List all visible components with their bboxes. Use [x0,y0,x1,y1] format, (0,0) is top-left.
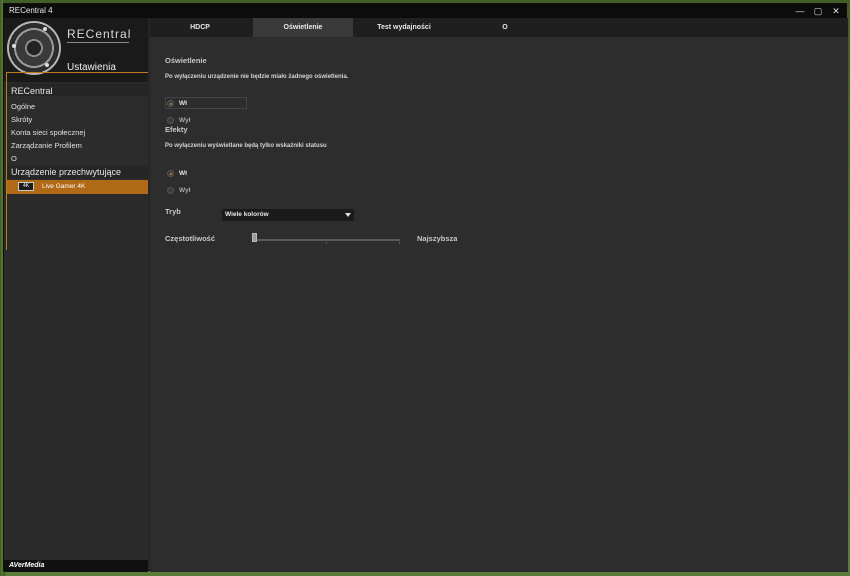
sidebar-item-about[interactable]: O [11,153,17,165]
sidebar-item-device[interactable]: 4K Live Gamer 4K [7,180,148,194]
mode-select-value: Wiele kolorów [225,211,269,218]
close-button[interactable]: ✕ [830,4,842,18]
tab-performance-test[interactable]: Test wydajności [354,18,454,37]
lighting-on-label: Wł [179,100,187,107]
effects-on-label: Wł [179,170,187,177]
minimize-button[interactable]: — [794,4,806,18]
avermedia-logo: AVerMedia [4,560,148,572]
sidebar-item-social-accounts[interactable]: Konta sieci społecznej [11,127,85,139]
sidebar: RECentral Ustawienia RECentral Ogólne Sk… [4,18,148,572]
lighting-heading: Oświetlenie [165,56,207,65]
lighting-settings: Oświetlenie Po wyłączeniu urządzenie nie… [150,37,848,572]
sidebar-item-general[interactable]: Ogólne [11,101,35,113]
lighting-on-focus-box [165,97,247,109]
mode-select[interactable]: Wiele kolorów [222,209,354,221]
frequency-max-label: Najszybsza [417,234,458,243]
frequency-slider-track[interactable] [252,239,400,241]
logo-area: RECentral Ustawienia [4,18,148,82]
lighting-description: Po wyłączeniu urządzenie nie będzie miał… [165,74,349,80]
mode-label: Tryb [165,207,181,216]
brand-name: RECentral [67,27,132,41]
effects-off-radio[interactable] [167,187,174,194]
title-bar: RECentral 4 — ▢ ✕ [4,4,846,18]
effects-off-label: Wył [179,187,191,194]
capture-device-icon: 4K [18,182,34,191]
settings-title: Ustawienia [67,62,116,73]
sidebar-section-capture-device: Urządzenie przechwytujące [7,165,148,179]
tab-lighting[interactable]: Oświetlenie [253,18,353,37]
tab-about[interactable]: O [455,18,555,37]
lighting-off-label: Wył [179,117,191,124]
app-window: RECentral 4 — ▢ ✕ RECentral Ustawienia R… [3,3,848,572]
device-label: Live Gamer 4K [42,183,86,190]
brand-underline [67,42,129,43]
effects-description: Po wyłączeniu wyświetlane będą tylko wsk… [165,143,327,149]
tab-hdcp[interactable]: HDCP [150,18,250,37]
maximize-button[interactable]: ▢ [812,4,824,18]
disc-logo-icon [7,21,61,75]
sidebar-item-shortcuts[interactable]: Skróty [11,114,32,126]
lighting-on-radio[interactable] [167,100,174,107]
tab-bar: HDCP Oświetlenie Test wydajności O [150,18,848,37]
lighting-off-radio[interactable] [167,117,174,124]
chevron-down-icon [345,213,351,217]
slider-tick [326,242,327,244]
sidebar-item-profile-management[interactable]: Zarządzanie Profilem [11,140,82,152]
frequency-label: Częstotliwość [165,234,216,243]
slider-tick [399,242,400,244]
effects-heading: Efekty [165,125,188,134]
sidebar-empty-area [7,194,148,558]
effects-on-radio[interactable] [167,170,174,177]
window-controls: — ▢ ✕ [794,4,842,18]
window-title: RECentral 4 [9,6,53,15]
main-panel: HDCP Oświetlenie Test wydajności O Oświe… [150,18,848,572]
frequency-slider-handle[interactable] [252,233,257,242]
